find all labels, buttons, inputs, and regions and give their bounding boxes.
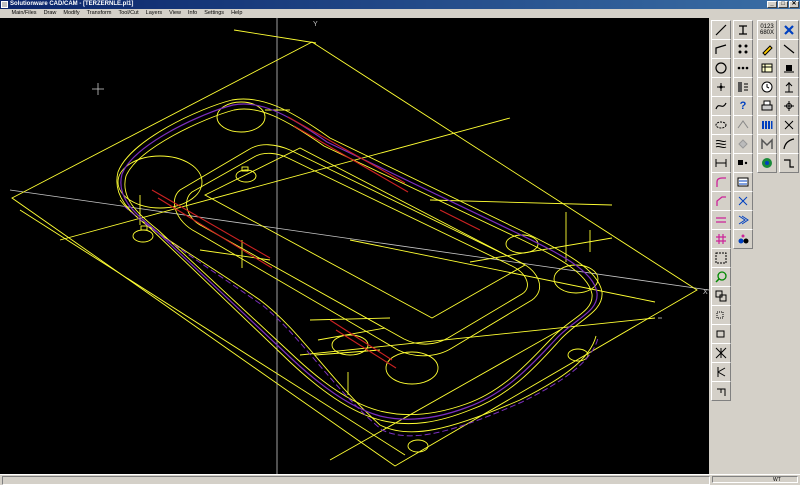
menu-tool-cut[interactable]: Tool/Cut [115, 9, 142, 18]
menu-bar: Main/Files Draw Modify Transform Tool/Cu… [0, 9, 800, 18]
merge-icon[interactable] [733, 210, 753, 230]
outer-body-outline [116, 98, 603, 425]
bars-icon[interactable] [757, 115, 777, 135]
marker-square [140, 225, 148, 231]
dimension-icon[interactable] [711, 153, 731, 173]
point-icon[interactable] [711, 77, 731, 97]
tool-palette: ? 0123 680X [709, 18, 800, 474]
pan-icon[interactable] [711, 305, 731, 325]
nodes-icon[interactable] [733, 191, 753, 211]
hole-top [235, 169, 257, 183]
menu-view[interactable]: View [166, 9, 185, 18]
boss-right [553, 264, 599, 294]
edit-icon[interactable] [757, 39, 777, 59]
menu-info[interactable]: Info [185, 9, 201, 18]
snap-icon[interactable] [779, 77, 799, 97]
hatch-icon[interactable] [711, 134, 731, 154]
dots-icon[interactable] [733, 58, 753, 78]
rotate-icon[interactable] [711, 324, 731, 344]
print-icon[interactable] [757, 96, 777, 116]
boss-right-inner [505, 234, 539, 254]
boss-top [216, 101, 266, 133]
axis-x-label: X [703, 289, 708, 296]
menu-main-files[interactable]: Main/Files [8, 9, 40, 18]
menu-modify[interactable]: Modify [60, 9, 83, 18]
layer-icon[interactable] [733, 134, 753, 154]
select-icon[interactable] [733, 153, 753, 173]
pocket-inner-outline [186, 152, 528, 345]
pocket-outline [174, 144, 541, 357]
array-icon[interactable] [733, 39, 753, 59]
cross-icon[interactable] [779, 115, 799, 135]
menu-transform[interactable]: Transform [83, 9, 115, 18]
app-icon[interactable] [1, 1, 8, 8]
hole-bottom [407, 439, 429, 453]
mirror-icon[interactable] [711, 343, 731, 363]
menu-layers[interactable]: Layers [142, 9, 166, 18]
construction-line [309, 317, 391, 321]
clock-icon[interactable] [757, 77, 777, 97]
polyline-icon[interactable] [711, 39, 731, 59]
corner-icon[interactable] [711, 381, 731, 401]
crosshair-cursor [92, 83, 104, 95]
title-bar: Solutionware CAD/CAM - [TERZERNLE.pl1] _… [0, 0, 800, 9]
window-controls: _ □ ✕ [767, 1, 799, 8]
m-tool-icon[interactable] [757, 134, 777, 154]
grid-icon[interactable] [711, 229, 731, 249]
close-icon[interactable] [779, 20, 799, 40]
menu-help[interactable]: Help [228, 9, 246, 18]
break-icon[interactable] [711, 362, 731, 382]
snap-center-icon[interactable] [779, 96, 799, 116]
trim-icon[interactable] [711, 210, 731, 230]
status-indicator: WT [712, 476, 798, 483]
measure-icon[interactable] [733, 20, 753, 40]
properties-icon[interactable] [733, 172, 753, 192]
maximize-button[interactable]: □ [778, 1, 788, 8]
ellipse-icon[interactable] [711, 115, 731, 135]
zoom-icon[interactable] [711, 267, 731, 287]
menu-settings[interactable]: Settings [201, 9, 228, 18]
step-icon[interactable] [779, 153, 799, 173]
platform-outline [204, 147, 526, 319]
construction-line [329, 329, 561, 461]
spline-icon[interactable] [711, 96, 731, 116]
inner-body-outline [124, 108, 593, 415]
axis-y-label: Y [313, 21, 318, 28]
arc-icon[interactable] [779, 134, 799, 154]
drop-icon[interactable] [733, 229, 753, 249]
fillet-icon[interactable] [711, 172, 731, 192]
globe-icon[interactable] [757, 153, 777, 173]
construction-line [349, 239, 656, 303]
counter-sub: 680X [759, 30, 774, 36]
construction-line [233, 29, 317, 44]
chamfer-icon[interactable] [711, 191, 731, 211]
circle-icon[interactable] [711, 58, 731, 78]
drawing-canvas[interactable]: Y X [0, 18, 709, 474]
counter-icon[interactable]: 0123 680X [757, 20, 777, 40]
nail-icon[interactable] [779, 58, 799, 78]
hole-left [132, 229, 154, 243]
construction-line [469, 237, 613, 263]
status-bar: WT [0, 474, 800, 485]
menu-draw[interactable]: Draw [40, 9, 60, 18]
table-icon[interactable] [757, 58, 777, 78]
document-menu-icon[interactable] [0, 9, 8, 18]
window-title: Solutionware CAD/CAM - [TERZERNLE.pl1] [10, 1, 134, 7]
construction-line [19, 209, 406, 456]
close-button[interactable]: ✕ [789, 1, 799, 8]
question-icon[interactable]: ? [733, 96, 753, 116]
minimize-button[interactable]: _ [767, 1, 777, 8]
block-icon[interactable] [733, 115, 753, 135]
boss-left [117, 155, 203, 209]
line-icon[interactable] [711, 20, 731, 40]
explode-icon[interactable] [733, 77, 753, 97]
boss-bottom [385, 351, 439, 385]
diagonal-line-icon[interactable] [779, 39, 799, 59]
zoom-extents-icon[interactable] [711, 248, 731, 268]
zoom-window-icon[interactable] [711, 286, 731, 306]
yellow-geometry [11, 29, 698, 467]
cad-drawing: Y X [9, 18, 709, 474]
stock-plane-outline [11, 41, 698, 467]
